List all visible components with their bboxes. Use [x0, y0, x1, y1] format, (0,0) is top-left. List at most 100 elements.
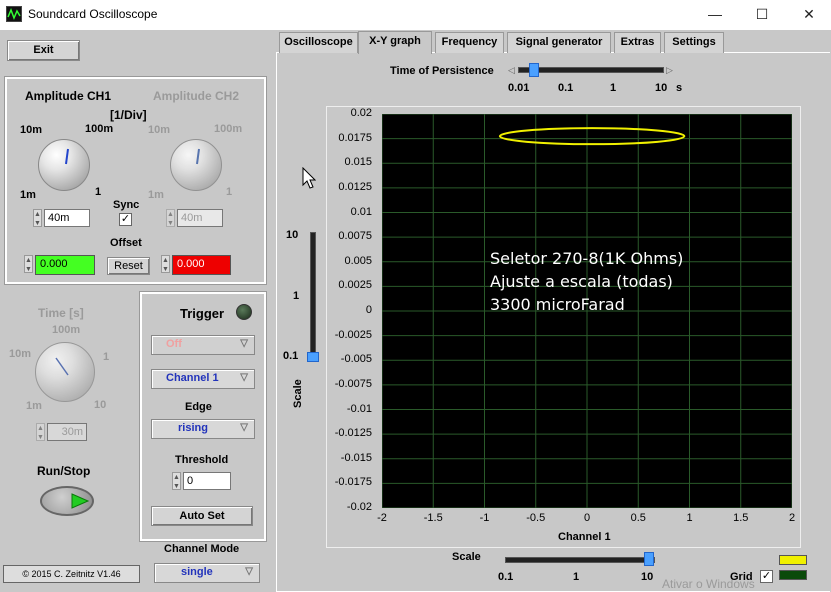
slider-left-arrow-icon: ◁	[508, 65, 515, 75]
y-tick-label: 0	[365, 304, 372, 316]
xy-plot-area[interactable]: Seletor 270-8(1K Ohms) Ajuste a escala (…	[382, 114, 792, 508]
ch1-amplitude-knob[interactable]	[38, 139, 90, 191]
y-scale-tick-2: 0.1	[283, 350, 299, 362]
sync-checkbox[interactable]: ✓	[119, 213, 132, 226]
edge-label: Edge	[185, 401, 212, 413]
y-tick-label: 0.015	[344, 156, 372, 169]
channel-mode-value: single	[181, 566, 213, 578]
y-tick-label: 0.02	[350, 107, 372, 119]
chevron-down-icon: ▽	[240, 422, 248, 433]
x-tick-label: 1.5	[733, 512, 749, 524]
y-tick-label: 0.0175	[338, 131, 372, 144]
ch2-tick-1m: 1m	[148, 189, 164, 201]
y-tick-label: -0.0025	[334, 328, 372, 341]
time-tick-1: 1	[103, 351, 110, 363]
time-knob[interactable]	[35, 342, 95, 402]
offset-ch2-spinner[interactable]: ▲ ▼	[161, 255, 170, 273]
tab-frequency[interactable]: Frequency	[435, 32, 504, 53]
offset-ch1-value[interactable]: 0.000	[35, 255, 95, 275]
tab-extras[interactable]: Extras	[614, 32, 661, 53]
persistence-tick-3: 10	[655, 82, 668, 94]
threshold-value[interactable]: 0	[183, 472, 231, 490]
time-tick-10m: 10m	[9, 348, 32, 360]
ch2-amplitude-spinner[interactable]: ▲ ▼	[166, 209, 175, 227]
offset-ch1-spinner[interactable]: ▲ ▼	[24, 255, 33, 273]
x-tick-label: -2	[377, 512, 387, 524]
autoset-button[interactable]: Auto Set	[151, 506, 253, 526]
offset-ch2-value[interactable]: 0.000	[172, 255, 231, 275]
x-scale-label: Scale	[452, 551, 481, 563]
tab-xy-graph[interactable]: X-Y graph	[358, 31, 432, 54]
ch1-amplitude-value[interactable]: 40m	[44, 209, 90, 227]
trigger-mode-select[interactable]: Off ▽	[151, 335, 255, 355]
trace-color-swatch[interactable]	[779, 555, 807, 565]
persistence-unit: s	[676, 82, 683, 94]
grid-color-swatch[interactable]	[779, 570, 807, 580]
note-line-2: Ajuste a escala (todas)	[490, 272, 673, 291]
ch1-amplitude-spinner[interactable]: ▲ ▼	[33, 209, 42, 227]
time-value[interactable]: 30m	[47, 423, 87, 441]
y-axis-ticks: 0.02 0.0175 0.015 0.0125 0.01 0.0075 0.005 0.00…	[318, 107, 378, 513]
y-scale-tick-1: 1	[293, 290, 300, 302]
ch2-tick-1: 1	[226, 186, 233, 198]
tab-signal-generator[interactable]: Signal generator	[507, 32, 611, 53]
channel-mode-label: Channel Mode	[164, 543, 240, 555]
x-scale-tick-2: 10	[641, 571, 654, 583]
chevron-down-icon: ▽	[240, 338, 248, 349]
run-stop-button[interactable]	[40, 486, 94, 516]
window-title: Soundcard Oscilloscope	[28, 7, 158, 21]
note-line-1: Seletor 270-8(1K Ohms)	[490, 249, 684, 268]
y-tick-label: 0.0125	[338, 180, 372, 193]
time-spinner[interactable]: ▲ ▼	[36, 423, 45, 441]
ch2-amplitude-value[interactable]: 40m	[177, 209, 223, 227]
ch1-tick-100m: 100m	[85, 123, 114, 135]
run-stop-label: Run/Stop	[37, 464, 91, 478]
ch2-amplitude-knob[interactable]	[170, 139, 222, 191]
y-tick-label: -0.0125	[334, 427, 372, 440]
threshold-spinner[interactable]: ▲ ▼	[172, 472, 181, 490]
trigger-channel-select[interactable]: Channel 1 ▽	[151, 369, 255, 389]
time-tick-100m: 100m	[52, 324, 81, 336]
minimize-button[interactable]: —	[700, 4, 730, 24]
x-tick-label: -1	[479, 512, 490, 524]
x-tick-label: 1	[686, 512, 693, 524]
tab-oscilloscope[interactable]: Oscilloscope	[279, 32, 358, 53]
y-tick-label: 0.01	[350, 205, 372, 218]
amplitude-ch2-title: Amplitude CH2	[153, 89, 240, 103]
x-tick-label: -0.5	[526, 512, 546, 524]
copyright-label: © 2015 C. Zeitnitz V1.46	[3, 565, 140, 583]
persistence-label: Time of Persistence	[390, 65, 494, 77]
x-scale-slider-thumb[interactable]	[644, 552, 654, 566]
persistence-slider-track[interactable]	[518, 67, 664, 73]
exit-button[interactable]: Exit	[7, 40, 80, 61]
y-scale-label: Scale	[292, 379, 304, 408]
trigger-led	[236, 304, 252, 320]
maximize-button[interactable]: ☐	[747, 4, 777, 24]
y-tick-label: 0.0025	[338, 279, 372, 292]
persistence-slider-thumb[interactable]	[529, 63, 539, 77]
y-tick-label: -0.0075	[334, 377, 372, 390]
title-bar: Soundcard Oscilloscope — ☐ ✕	[0, 0, 831, 30]
chevron-down-icon: ▽	[240, 372, 248, 383]
y-tick-label: -0.01	[346, 402, 372, 415]
x-axis-label: Channel 1	[558, 531, 611, 543]
ch2-tick-10m: 10m	[148, 124, 171, 136]
mouse-cursor-icon	[302, 167, 316, 189]
slider-right-arrow-icon: ▷	[666, 65, 673, 75]
edge-select[interactable]: rising ▽	[151, 419, 255, 439]
grid-checkbox[interactable]: ✓	[760, 570, 773, 583]
amplitude-unit: [1/Div]	[110, 108, 147, 122]
y-tick-label: 0.005	[344, 254, 372, 267]
channel-mode-select[interactable]: single ▽	[154, 563, 260, 583]
persistence-tick-1: 0.1	[558, 82, 574, 94]
edge-value: rising	[178, 422, 208, 434]
x-tick-label: 2	[788, 512, 796, 524]
persistence-tick-0: 0.01	[508, 82, 530, 94]
tab-settings[interactable]: Settings	[664, 32, 724, 53]
chevron-down-icon: ▽	[245, 566, 253, 577]
x-tick-label: 0	[583, 512, 591, 524]
trigger-panel	[139, 291, 267, 542]
offset-reset-button[interactable]: Reset	[107, 257, 150, 275]
close-button[interactable]: ✕	[794, 4, 824, 24]
x-scale-slider-track[interactable]	[505, 557, 655, 563]
